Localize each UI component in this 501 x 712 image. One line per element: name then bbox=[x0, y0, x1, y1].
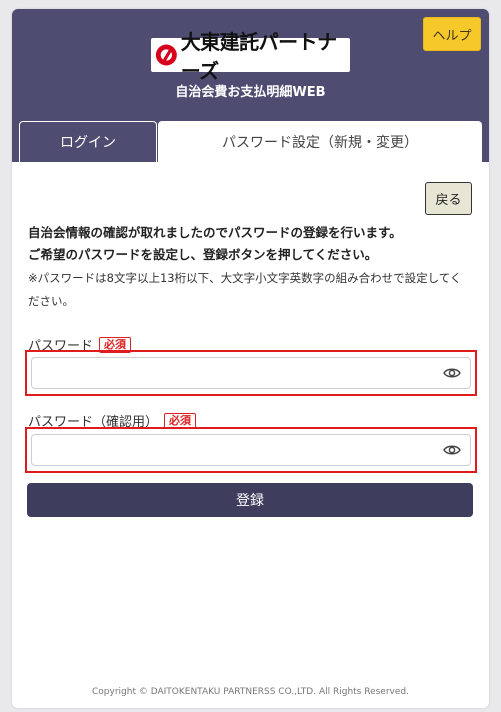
password-confirm-field bbox=[31, 434, 471, 466]
app-title: 自治会費お支払明細WEB bbox=[175, 85, 326, 100]
tab-login[interactable]: ログイン bbox=[19, 121, 157, 162]
instructions: 自治会情報の確認が取れましたのでパスワードの登録を行います。 ご希望のパスワード… bbox=[28, 222, 478, 313]
password-input[interactable] bbox=[32, 358, 470, 388]
password-rule-note-line-2: ださい。 bbox=[28, 294, 74, 308]
copyright-footer: Copyright © DAITOKENTAKU PARTNERSS CO.,L… bbox=[92, 687, 409, 697]
instruction-line-1: 自治会情報の確認が取れましたのでパスワードの登録を行います。 bbox=[28, 225, 402, 240]
help-button[interactable]: ヘルプ bbox=[423, 17, 481, 51]
password-field-highlight bbox=[25, 350, 477, 396]
header: ヘルプ 大東建託パートナーズ 自治会費お支払明細WEB ログイン パスワード設定… bbox=[12, 9, 489, 163]
register-button[interactable]: 登録 bbox=[27, 483, 473, 517]
back-button[interactable]: 戻る bbox=[425, 182, 472, 215]
tab-password-setup[interactable]: パスワード設定（新規・変更） bbox=[158, 121, 482, 163]
password-confirm-field-highlight bbox=[25, 427, 477, 473]
company-logo: 大東建託パートナーズ bbox=[151, 30, 350, 83]
logo-mark-icon bbox=[155, 44, 177, 66]
password-field bbox=[31, 357, 471, 389]
password-confirm-input[interactable] bbox=[32, 435, 470, 465]
password-rule-note: ※パスワードは8文字以上13桁以下、大文字小文字英数字の組み合わせで設定してく … bbox=[28, 267, 478, 313]
show-password-confirm-eye-icon[interactable] bbox=[443, 443, 461, 457]
password-rule-note-line-1: ※パスワードは8文字以上13桁以下、大文字小文字英数字の組み合わせで設定してく bbox=[28, 271, 462, 285]
logo-text: 大東建託パートナーズ bbox=[180, 30, 338, 83]
page-card: ヘルプ 大東建託パートナーズ 自治会費お支払明細WEB ログイン パスワード設定… bbox=[12, 9, 489, 708]
show-password-eye-icon[interactable] bbox=[443, 366, 461, 380]
instruction-line-2: ご希望のパスワードを設定し、登録ボタンを押してください。 bbox=[28, 247, 378, 262]
